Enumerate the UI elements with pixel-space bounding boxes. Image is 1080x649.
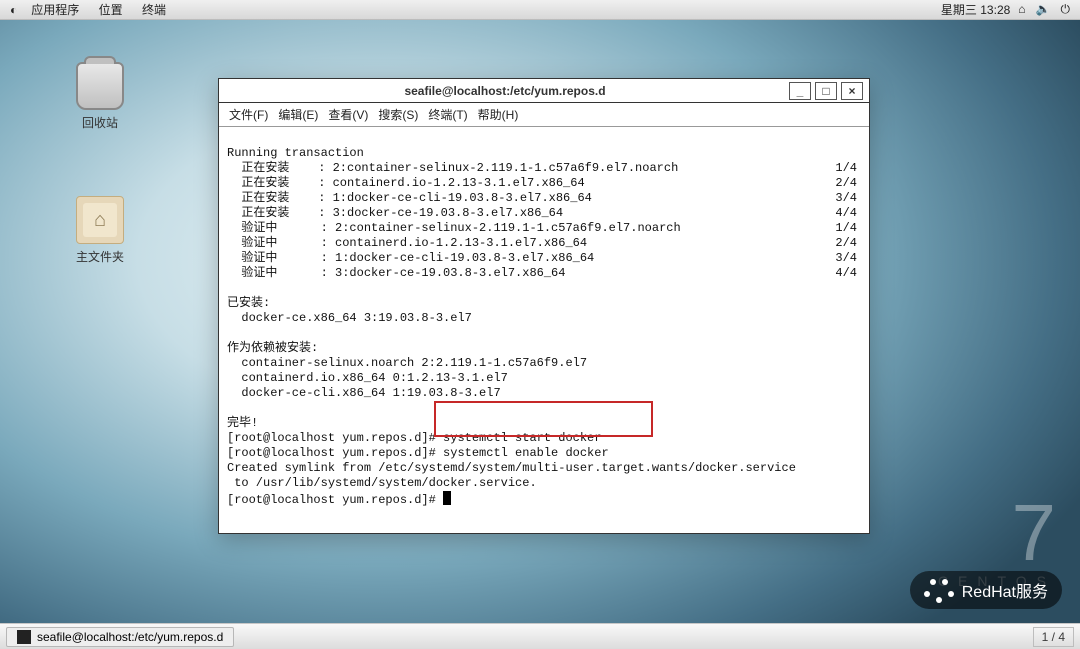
clock[interactable]: 星期三 13:28	[941, 1, 1018, 18]
window-title: seafile@localhost:/etc/yum.repos.d	[225, 84, 785, 98]
folder-home-icon	[76, 196, 124, 244]
menu-edit[interactable]: 编辑(E)	[278, 106, 318, 123]
term-line: Created symlink from /etc/systemd/system…	[227, 461, 796, 475]
term-progress: 4/4	[835, 266, 857, 281]
term-line: 验证中 : 1:docker-ce-cli-19.03.8-3.el7.x86_…	[227, 251, 594, 265]
cursor	[443, 491, 451, 505]
menu-file[interactable]: 文件(F)	[229, 106, 268, 123]
workspace-pager[interactable]: 1 / 4	[1033, 627, 1074, 647]
top-panel: ◐ 应用程序 位置 终端 星期三 13:28 ⌂ 🔈 ⏻	[0, 0, 1080, 20]
watermark-badge: RedHat服务	[910, 571, 1062, 609]
menu-search[interactable]: 搜索(S)	[378, 106, 418, 123]
home-label: 主文件夹	[60, 248, 140, 265]
trash-label: 回收站	[60, 114, 140, 131]
term-progress: 1/4	[835, 161, 857, 176]
taskbar-button-label: seafile@localhost:/etc/yum.repos.d	[37, 630, 223, 644]
network-icon[interactable]: ⌂	[1018, 2, 1025, 17]
term-line: docker-ce-cli.x86_64 1:19.03.8-3.el7	[227, 386, 501, 400]
titlebar[interactable]: seafile@localhost:/etc/yum.repos.d _ □ ×	[219, 79, 869, 103]
menu-help[interactable]: 帮助(H)	[478, 106, 519, 123]
terminal-window: seafile@localhost:/etc/yum.repos.d _ □ ×…	[218, 78, 870, 534]
close-button[interactable]: ×	[841, 82, 863, 100]
term-line: 验证中 : 3:docker-ce-19.03.8-3.el7.x86_64	[227, 266, 565, 280]
taskbar-button-terminal[interactable]: seafile@localhost:/etc/yum.repos.d	[6, 627, 234, 647]
term-line: [root@localhost yum.repos.d]# systemctl …	[227, 431, 601, 445]
menu-terminal[interactable]: 终端(T)	[428, 106, 467, 123]
term-progress: 3/4	[835, 191, 857, 206]
term-line: 正在安装 : containerd.io-1.2.13-3.1.el7.x86_…	[227, 176, 585, 190]
desktop-icon-home[interactable]: 主文件夹	[60, 196, 140, 265]
menu-terminal[interactable]: 终端	[134, 3, 174, 17]
term-line: [root@localhost yum.repos.d]# systemctl …	[227, 446, 609, 460]
term-progress: 2/4	[835, 176, 857, 191]
menu-applications[interactable]: 应用程序	[23, 3, 87, 17]
wechat-icon	[924, 577, 954, 603]
term-line: 验证中 : containerd.io-1.2.13-3.1.el7.x86_6…	[227, 236, 587, 250]
term-line: 完毕!	[227, 416, 258, 430]
term-progress: 2/4	[835, 236, 857, 251]
sound-icon[interactable]: 🔈	[1036, 2, 1051, 17]
term-line: to /usr/lib/systemd/system/docker.servic…	[227, 476, 537, 490]
trash-icon	[76, 62, 124, 110]
system-tray: ⌂ 🔈 ⏻	[1018, 2, 1076, 17]
terminal-icon	[17, 630, 31, 644]
taskbar: seafile@localhost:/etc/yum.repos.d 1 / 4	[0, 623, 1080, 649]
minimize-button[interactable]: _	[789, 82, 811, 100]
badge-text: RedHat服务	[962, 578, 1048, 602]
term-progress: 4/4	[835, 206, 857, 221]
term-line: container-selinux.noarch 2:2.119.1-1.c57…	[227, 356, 587, 370]
maximize-button[interactable]: □	[815, 82, 837, 100]
term-line: 验证中 : 2:container-selinux-2.119.1-1.c57a…	[227, 221, 681, 235]
menu-places[interactable]: 位置	[91, 3, 131, 17]
activities-icon[interactable]: ◐	[10, 3, 17, 17]
term-line: 正在安装 : 3:docker-ce-19.03.8-3.el7.x86_64	[227, 206, 563, 220]
desktop-icon-trash[interactable]: 回收站	[60, 62, 140, 131]
term-progress: 1/4	[835, 221, 857, 236]
term-progress: 3/4	[835, 251, 857, 266]
power-icon[interactable]: ⏻	[1061, 2, 1071, 17]
terminal-body[interactable]: Running transaction 正在安装 : 2:container-s…	[219, 127, 869, 533]
term-line: Running transaction	[227, 146, 364, 160]
term-line: 作为依赖被安装:	[227, 341, 318, 355]
term-line: 正在安装 : 2:container-selinux-2.119.1-1.c57…	[227, 161, 678, 175]
term-line: 已安装:	[227, 296, 270, 310]
term-line: containerd.io.x86_64 0:1.2.13-3.1.el7	[227, 371, 508, 385]
term-prompt: [root@localhost yum.repos.d]#	[227, 493, 443, 507]
term-line: docker-ce.x86_64 3:19.03.8-3.el7	[227, 311, 472, 325]
term-line: 正在安装 : 1:docker-ce-cli-19.03.8-3.el7.x86…	[227, 191, 592, 205]
menubar: 文件(F) 编辑(E) 查看(V) 搜索(S) 终端(T) 帮助(H)	[219, 103, 869, 127]
menu-view[interactable]: 查看(V)	[328, 106, 368, 123]
